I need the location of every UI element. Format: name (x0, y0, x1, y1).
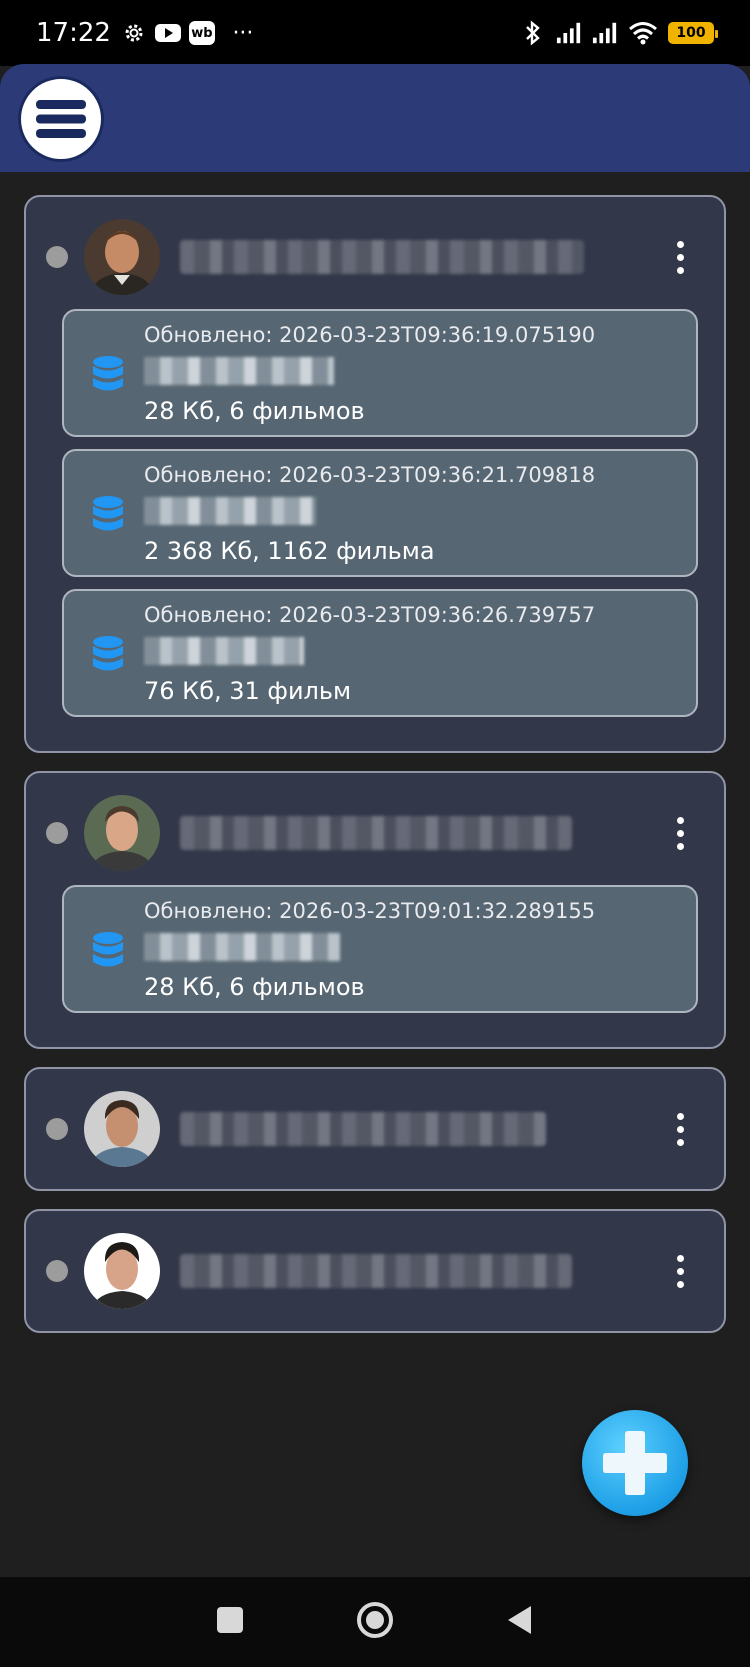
avatar[interactable] (84, 795, 160, 871)
app-bar (0, 64, 750, 172)
database-name-blurred (144, 933, 340, 961)
status-dot (46, 246, 68, 268)
gear-icon (121, 20, 147, 46)
more-options-icon[interactable] (662, 240, 698, 274)
database-size: 2 368 Кб, 1162 фильма (144, 537, 435, 565)
avatar[interactable] (84, 219, 160, 295)
database-icon (93, 932, 123, 967)
database-item[interactable]: Обновлено: 2026-03-23T09:36:21.709818 2 … (62, 449, 698, 577)
database-updated: Обновлено: 2026-03-23T09:01:32.289155 (144, 899, 596, 923)
menu-button[interactable] (18, 76, 104, 162)
account-list: Обновлено: 2026-03-23T09:36:19.075190 28… (24, 195, 726, 1351)
bluetooth-icon (520, 20, 546, 46)
status-bar: 17:22 wb ··· 100 (0, 0, 750, 66)
navigation-bar (0, 1577, 750, 1667)
more-options-icon[interactable] (662, 1254, 698, 1288)
more-options-icon[interactable] (662, 1112, 698, 1146)
account-card[interactable]: Обновлено: 2026-03-23T09:01:32.289155 28… (24, 771, 726, 1049)
plus-icon (603, 1431, 667, 1495)
status-time: 17:22 (36, 18, 111, 48)
back-icon[interactable] (505, 1604, 535, 1640)
database-name-blurred (144, 637, 304, 665)
database-size: 76 Кб, 31 фильм (144, 677, 352, 705)
account-name-blurred (180, 240, 584, 274)
status-dot (46, 822, 68, 844)
database-item[interactable]: Обновлено: 2026-03-23T09:01:32.289155 28… (62, 885, 698, 1013)
signal-icon (592, 20, 618, 46)
wifi-icon (628, 20, 658, 46)
home-icon[interactable] (355, 1600, 395, 1644)
wb-icon: wb (188, 21, 215, 45)
battery-icon: 100 (668, 22, 718, 44)
database-item[interactable]: Обновлено: 2026-03-23T09:36:26.739757 76… (62, 589, 698, 717)
avatar[interactable] (84, 1091, 160, 1167)
account-card[interactable] (24, 1209, 726, 1333)
database-name-blurred (144, 357, 334, 385)
database-item[interactable]: Обновлено: 2026-03-23T09:36:19.075190 28… (62, 309, 698, 437)
signal-icon (556, 20, 582, 46)
youtube-icon (154, 20, 181, 46)
database-updated: Обновлено: 2026-03-23T09:36:19.075190 (144, 323, 596, 347)
database-updated: Обновлено: 2026-03-23T09:36:26.739757 (144, 603, 596, 627)
account-card[interactable]: Обновлено: 2026-03-23T09:36:19.075190 28… (24, 195, 726, 753)
database-updated: Обновлено: 2026-03-23T09:36:21.709818 (144, 463, 596, 487)
account-name-blurred (180, 1254, 572, 1288)
database-icon (93, 356, 123, 391)
account-name-blurred (180, 816, 572, 850)
avatar[interactable] (84, 1233, 160, 1309)
database-icon (93, 496, 123, 531)
status-dot (46, 1260, 68, 1282)
account-name-blurred (180, 1112, 546, 1146)
status-dot (46, 1118, 68, 1140)
recents-icon[interactable] (215, 1605, 245, 1639)
database-name-blurred (144, 497, 316, 525)
database-size: 28 Кб, 6 фильмов (144, 973, 365, 1001)
add-button[interactable] (582, 1410, 688, 1516)
database-icon (93, 636, 123, 671)
menu-icon (36, 100, 86, 138)
more-dots-icon: ··· (232, 20, 254, 46)
database-size: 28 Кб, 6 фильмов (144, 397, 365, 425)
account-card[interactable] (24, 1067, 726, 1191)
more-options-icon[interactable] (662, 816, 698, 850)
